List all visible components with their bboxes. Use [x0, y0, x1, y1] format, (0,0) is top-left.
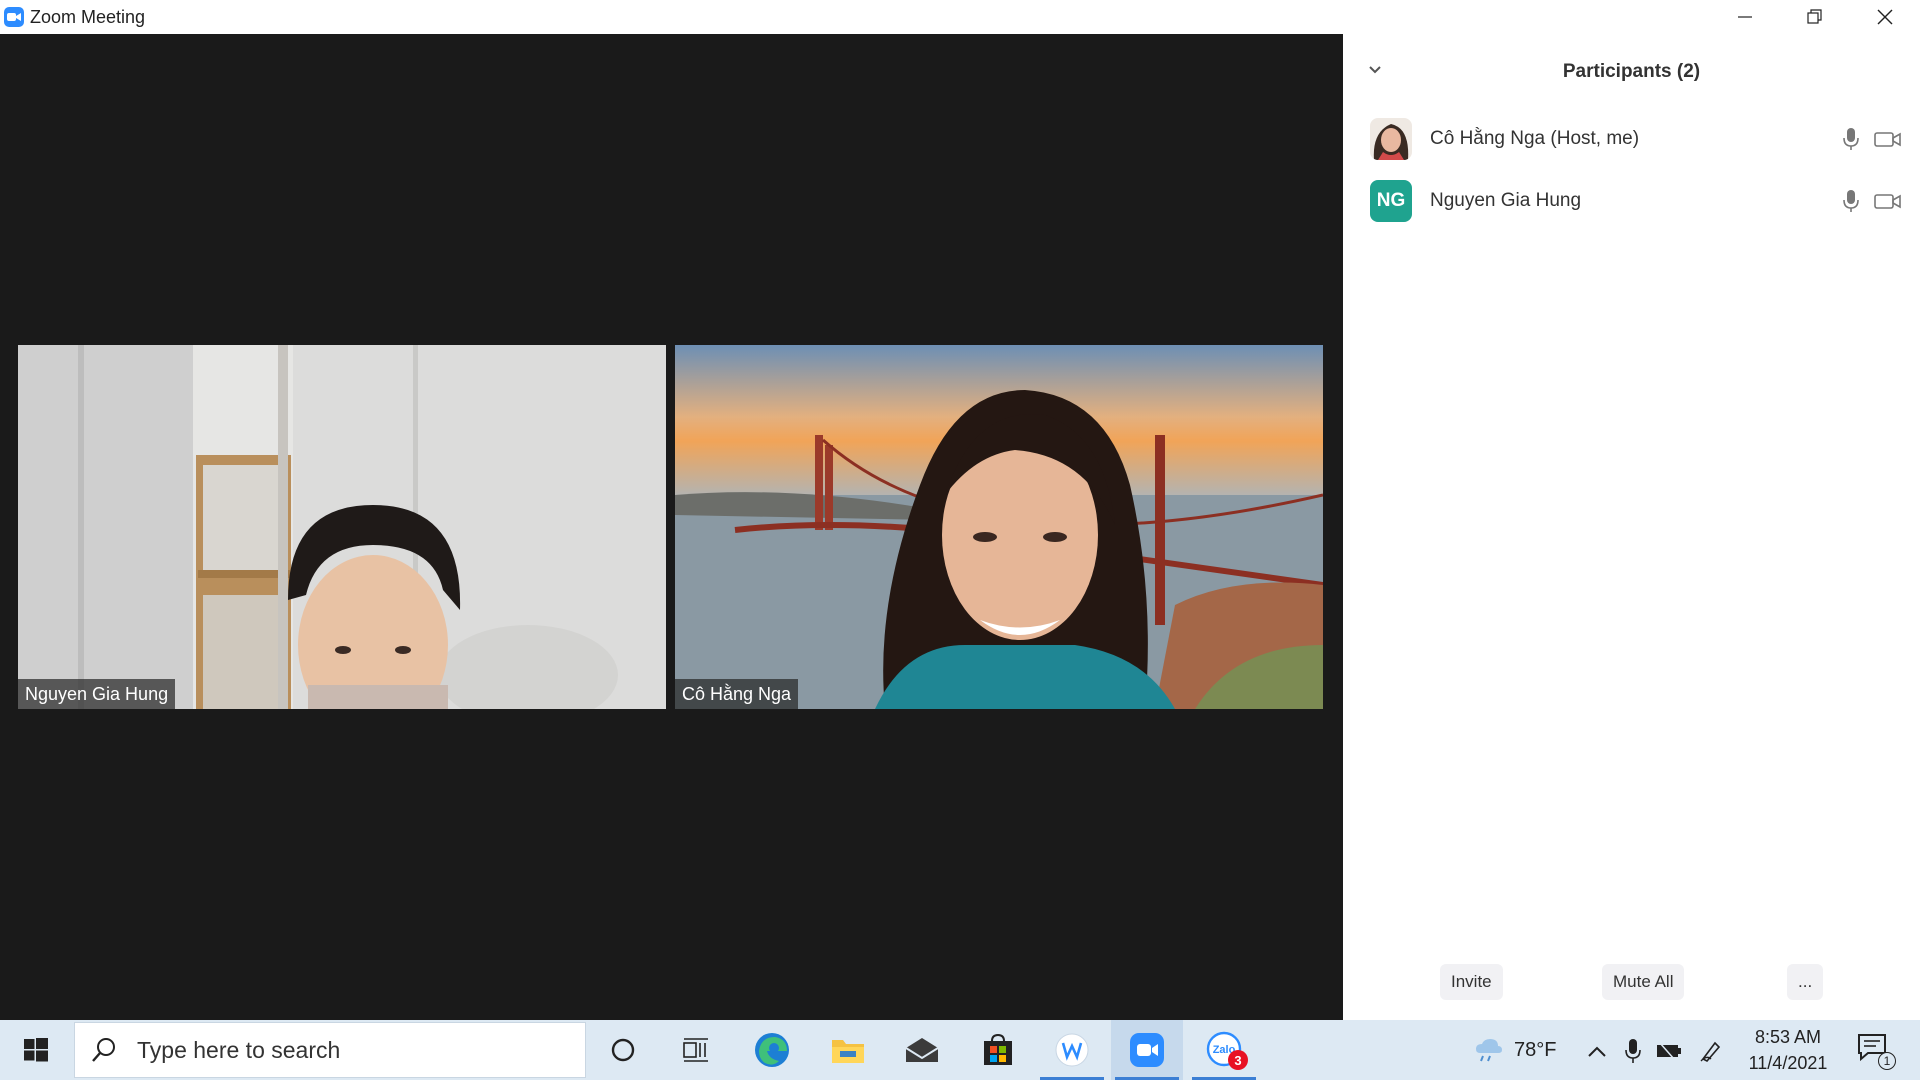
word-app-button[interactable]	[1036, 1020, 1108, 1080]
zoom-camera-icon	[4, 7, 24, 27]
cortana-button[interactable]	[587, 1020, 659, 1080]
search-placeholder: Type here to search	[137, 1036, 341, 1063]
clock-date: 11/4/2021	[1748, 1053, 1828, 1073]
mic-icon[interactable]	[1840, 127, 1862, 151]
video-gallery: Nguyen Gia Hung Cô Hằng Nga	[0, 34, 1343, 1020]
participant-name: Nguyen Gia Hung	[1430, 190, 1582, 211]
search-icon	[92, 1038, 115, 1062]
participant-row[interactable]: NG Nguyen Gia Hung	[1343, 170, 1920, 232]
rain-cloud-icon	[1476, 1039, 1502, 1062]
more-options-button[interactable]: ...	[1787, 964, 1824, 1000]
video-camera-icon[interactable]	[1873, 189, 1903, 213]
close-icon	[1877, 9, 1893, 25]
battery-tray-button[interactable]	[1656, 1038, 1682, 1064]
title-bar: Zoom Meeting	[0, 0, 1920, 34]
action-center-button[interactable]: 1	[1856, 1032, 1896, 1072]
store-bag-icon	[984, 1033, 1012, 1065]
participant-video	[675, 345, 1323, 709]
window-controls	[1710, 0, 1920, 34]
zalo-app-button[interactable]: Zalo 3	[1188, 1020, 1260, 1080]
taskbar-clock[interactable]: 8:53 AM 11/4/2021	[1740, 1024, 1836, 1076]
notification-count: 1	[1878, 1052, 1896, 1070]
panel-title: Participants (2)	[1562, 61, 1701, 82]
file-explorer-button[interactable]	[812, 1020, 884, 1080]
participant-name: Cô Hằng Nga (Host, me)	[1430, 128, 1640, 149]
mute-all-button[interactable]: Mute All	[1602, 964, 1685, 1000]
participant-list: Cô Hằng Nga (Host, me) NG Nguyen Gia Hun…	[1343, 108, 1920, 232]
battery-icon	[1657, 1043, 1681, 1059]
chevron-down-icon[interactable]	[1367, 62, 1391, 82]
zoom-camera-icon	[1130, 1033, 1164, 1067]
edge-browser-button[interactable]	[736, 1020, 808, 1080]
minimize-icon	[1738, 16, 1752, 18]
window-title: Zoom Meeting	[30, 6, 146, 27]
invite-button[interactable]: Invite	[1440, 964, 1503, 1000]
windows-logo-icon	[24, 1038, 48, 1062]
avatar: NG	[1370, 180, 1412, 222]
task-view-icon	[683, 1038, 708, 1062]
word-w-icon	[1055, 1033, 1089, 1067]
minimize-button[interactable]	[1710, 0, 1780, 34]
participants-panel: Participants (2) Cô Hằng Nga (Host, me) …	[1343, 34, 1920, 1020]
start-button[interactable]	[0, 1020, 72, 1080]
chevron-up-icon	[1588, 1046, 1606, 1057]
panel-footer: Invite Mute All ...	[1343, 964, 1920, 1000]
video-camera-icon[interactable]	[1873, 127, 1903, 151]
restore-button[interactable]	[1780, 0, 1850, 34]
show-hidden-icons-button[interactable]	[1584, 1038, 1610, 1064]
pen-workspace-button[interactable]	[1698, 1038, 1724, 1064]
pen-icon	[1700, 1041, 1721, 1062]
weather-temperature: 78°F	[1514, 1038, 1557, 1061]
close-button[interactable]	[1850, 0, 1920, 34]
folder-icon	[832, 1040, 864, 1063]
participant-name-tag: Nguyen Gia Hung	[18, 679, 176, 709]
weather-widget[interactable]: 78°F	[1474, 1020, 1556, 1080]
notification-badge: 3	[1228, 1050, 1248, 1070]
participant-video	[18, 345, 666, 709]
video-tile[interactable]: Cô Hằng Nga	[675, 345, 1323, 709]
avatar	[1370, 118, 1412, 160]
taskbar: Type here to search Zalo 3 78°F 8:53 AM …	[0, 1020, 1920, 1080]
mail-button[interactable]	[886, 1020, 958, 1080]
mic-icon	[1625, 1039, 1641, 1063]
store-button[interactable]	[962, 1020, 1034, 1080]
clock-time: 8:53 AM	[1754, 1027, 1822, 1047]
participant-name-tag: Cô Hằng Nga	[675, 679, 799, 709]
taskbar-search-box[interactable]: Type here to search	[74, 1022, 586, 1078]
mic-icon[interactable]	[1840, 189, 1862, 213]
task-view-button[interactable]	[660, 1020, 732, 1080]
zoom-app-button[interactable]	[1111, 1020, 1183, 1080]
edge-icon	[755, 1033, 789, 1067]
restore-icon	[1807, 9, 1822, 24]
video-tile[interactable]: Nguyen Gia Hung	[18, 345, 666, 709]
panel-header: Participants (2)	[1343, 54, 1920, 90]
cortana-circle-icon	[611, 1038, 635, 1062]
microphone-tray-button[interactable]	[1620, 1038, 1646, 1064]
mail-icon	[905, 1038, 939, 1062]
participant-row[interactable]: Cô Hằng Nga (Host, me)	[1343, 108, 1920, 170]
